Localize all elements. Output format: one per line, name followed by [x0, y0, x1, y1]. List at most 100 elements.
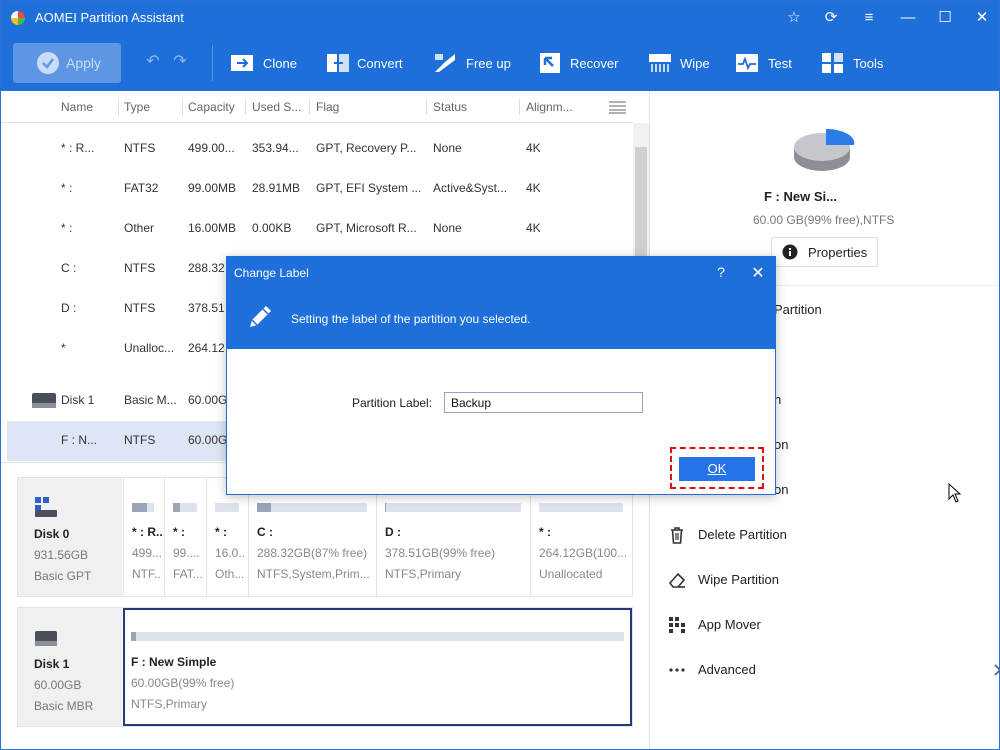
- partition-block[interactable]: C : 288.32GB(87% free) NTFS,System,Prim.…: [248, 478, 376, 596]
- apply-label: Apply: [66, 55, 102, 71]
- usage-fill: [385, 503, 387, 512]
- column-divider: [426, 99, 427, 115]
- title-bar: AOMEI Partition Assistant ☆ ⟳ ≡ — ☐ ✕: [1, 1, 999, 35]
- disk1-card[interactable]: Disk 1 60.00GB Basic MBR F : New Simple …: [17, 607, 633, 727]
- close-window-icon[interactable]: ✕: [971, 7, 993, 29]
- column-capacity[interactable]: Capacity: [188, 100, 235, 114]
- partition-name: * :: [539, 525, 551, 539]
- usage-bar: [131, 632, 624, 641]
- disk0-card[interactable]: Disk 0 931.56GB Basic GPT * : R... 499..…: [17, 477, 633, 597]
- redo-icon[interactable]: ↷: [171, 53, 189, 71]
- operation-label: Advanced: [698, 662, 756, 677]
- partition-fs: NTFS,Primary: [131, 697, 207, 711]
- disk1-style: Basic MBR: [34, 699, 94, 713]
- convert-label: Convert: [357, 56, 403, 71]
- mouse-cursor-icon: [948, 483, 962, 503]
- column-settings-icon[interactable]: [609, 101, 626, 114]
- pencil-icon: [250, 306, 271, 327]
- convert-icon: [327, 54, 349, 72]
- cell-name: D :: [61, 301, 77, 315]
- column-alignment[interactable]: Alignm...: [526, 100, 584, 114]
- help-icon[interactable]: ?: [713, 264, 729, 280]
- dialog-title: Change Label: [234, 266, 309, 280]
- usage-fill: [257, 503, 272, 512]
- cell-status: None: [433, 221, 462, 235]
- column-divider: [519, 99, 520, 115]
- operation-label: Partition: [774, 302, 822, 317]
- column-used-space[interactable]: Used S...: [252, 100, 307, 114]
- app-logo-icon: [11, 11, 25, 25]
- disk0-name: Disk 0: [34, 527, 70, 541]
- partition-name: F : New Simple: [131, 655, 217, 669]
- apply-button[interactable]: Apply: [13, 43, 121, 83]
- properties-button[interactable]: Properties: [771, 237, 878, 267]
- wipe-label: Wipe: [680, 56, 710, 71]
- disk0-info: Disk 0 931.56GB Basic GPT: [18, 478, 122, 596]
- usage-bar: [385, 503, 521, 512]
- column-divider: [182, 99, 183, 115]
- cell-used: 28.91MB: [252, 181, 301, 195]
- minimize-icon[interactable]: —: [897, 7, 919, 29]
- menu-icon[interactable]: ≡: [858, 7, 880, 29]
- partition-fs: NTF...: [132, 567, 162, 581]
- cell-flag: GPT, EFI System ...: [316, 181, 422, 195]
- partition-size: 264.12GB(100...: [539, 546, 628, 560]
- change-label-dialog: Change Label ? ✕ Setting the label of th…: [226, 256, 776, 495]
- cell-capacity: 264.12: [188, 341, 225, 355]
- partition-block[interactable]: D : 378.51GB(99% free) NTFS,Primary: [376, 478, 530, 596]
- cell-used: 0.00KB: [252, 221, 292, 235]
- cell-name: *: [61, 341, 66, 355]
- column-type[interactable]: Type: [124, 100, 150, 114]
- partition-size: 378.51GB(99% free): [385, 546, 496, 560]
- undo-icon[interactable]: ↶: [144, 53, 162, 71]
- partition-block-selected[interactable]: F : New Simple 60.00GB(99% free) NTFS,Pr…: [123, 608, 632, 726]
- operation-label: on: [774, 482, 789, 497]
- column-flag[interactable]: Flag: [316, 100, 339, 114]
- partition-fs: NTFS,System,Prim...: [257, 567, 370, 581]
- partition-fs: Unallocated: [539, 567, 603, 581]
- table-row[interactable]: * : R... NTFS 499.00... 353.94... GPT, R…: [1, 129, 633, 169]
- table-row[interactable]: * : FAT32 99.00MB 28.91MB GPT, EFI Syste…: [1, 169, 633, 209]
- cell-alignment: 4K: [526, 181, 541, 195]
- table-row[interactable]: * : Other 16.00MB 0.00KB GPT, Microsoft …: [1, 209, 633, 249]
- test-icon: [736, 54, 758, 72]
- cell-type: NTFS: [124, 141, 156, 155]
- partition-size: 288.32GB(87% free): [257, 546, 368, 560]
- partition-table-header: Name Type Capacity Used S... Flag Status…: [1, 91, 633, 123]
- clone-label: Clone: [263, 56, 297, 71]
- maximize-icon[interactable]: ☐: [934, 7, 956, 29]
- refresh-icon[interactable]: ⟳: [820, 7, 842, 29]
- close-icon[interactable]: ✕: [749, 263, 767, 282]
- column-status[interactable]: Status: [433, 100, 467, 114]
- column-name[interactable]: Name: [61, 100, 93, 114]
- recover-icon: [540, 53, 560, 73]
- usage-fill: [132, 503, 148, 512]
- advanced-item[interactable]: Advanced: [668, 659, 999, 683]
- cell-capacity: 288.32: [188, 261, 225, 275]
- partition-label-input[interactable]: [444, 392, 643, 413]
- partition-fs: Oth...: [215, 567, 245, 581]
- usage-fill: [173, 503, 181, 512]
- app-mover-icon: [669, 617, 685, 633]
- cell-name: Disk 1: [61, 393, 95, 407]
- disk1-size: 60.00GB: [34, 678, 82, 692]
- cell-capacity: 499.00...: [188, 141, 235, 155]
- star-icon[interactable]: ☆: [783, 7, 805, 29]
- tools-label: Tools: [853, 56, 884, 71]
- ok-button[interactable]: OK: [679, 457, 755, 481]
- partition-block[interactable]: * : R... 499... NTF...: [123, 478, 164, 596]
- cell-flag: GPT, Recovery P...: [316, 141, 417, 155]
- usage-bar: [539, 503, 623, 512]
- disk1-info: Disk 1 60.00GB Basic MBR: [18, 608, 122, 726]
- cell-type: Unalloc...: [124, 341, 175, 355]
- cell-status: Active&Syst...: [433, 181, 508, 195]
- partition-size: 499...: [132, 546, 162, 560]
- partition-block[interactable]: * : 99.... FAT...: [164, 478, 206, 596]
- partition-label-caption: Partition Label:: [352, 396, 433, 410]
- trash-icon: [671, 527, 683, 544]
- free-up-icon: [435, 54, 455, 72]
- partition-block[interactable]: * : 264.12GB(100... Unallocated: [530, 478, 632, 596]
- main-toolbar: Apply ↶ ↷ Clone Convert Free up Recover …: [1, 35, 999, 91]
- partition-block[interactable]: * : 16.0... Oth...: [206, 478, 248, 596]
- usage-bar: [215, 503, 239, 512]
